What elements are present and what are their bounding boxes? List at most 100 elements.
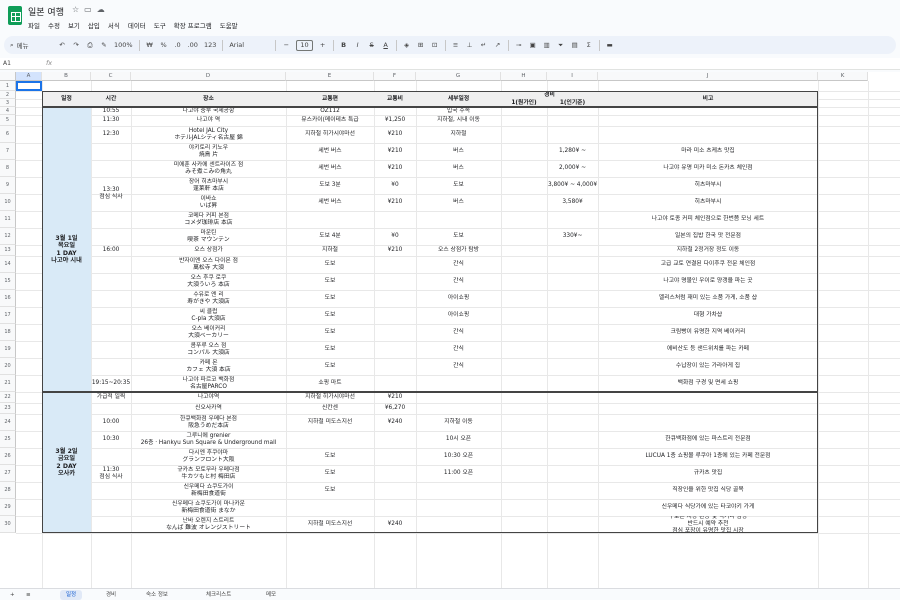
selected-cell-a1[interactable] — [16, 81, 42, 91]
horizontal-align-icon[interactable]: ≡ — [452, 41, 460, 49]
menu-search[interactable]: ⌕ 메뉴 — [10, 40, 52, 51]
menu-edit[interactable]: 수정 — [48, 20, 60, 30]
row-header[interactable]: 10 — [0, 194, 16, 211]
menu-tools[interactable]: 도구 — [154, 20, 166, 30]
day1-border — [42, 107, 818, 392]
row-header[interactable]: 17 — [0, 307, 16, 324]
column-header-k[interactable]: K — [818, 72, 868, 81]
italic-button[interactable]: I — [354, 41, 362, 49]
row-header[interactable]: 1 — [0, 81, 16, 91]
row-header[interactable]: 25 — [0, 431, 16, 448]
row-header[interactable]: 15 — [0, 273, 16, 290]
row-header[interactable]: 7 — [0, 143, 16, 160]
column-header-h[interactable]: H — [501, 72, 547, 81]
percent-button[interactable]: % — [160, 41, 168, 49]
row-header[interactable]: 22 — [0, 392, 16, 403]
row-header[interactable]: 11 — [0, 211, 16, 228]
row-header[interactable]: 18 — [0, 324, 16, 341]
row-header[interactable]: 8 — [0, 160, 16, 177]
column-header-g[interactable]: G — [416, 72, 501, 81]
all-sheets-icon[interactable]: ≡ — [20, 590, 37, 600]
menu-data[interactable]: 데이터 — [128, 20, 146, 30]
column-header-a[interactable]: A — [16, 72, 42, 81]
insert-chart-icon[interactable]: ▥ — [543, 41, 551, 49]
row-header[interactable]: 29 — [0, 499, 16, 516]
menu-insert[interactable]: 삽입 — [88, 20, 100, 30]
row-header[interactable]: 9 — [0, 177, 16, 194]
menu-help[interactable]: 도움말 — [220, 20, 238, 30]
row-header[interactable]: 2 — [0, 91, 16, 99]
menu-file[interactable]: 파일 — [28, 20, 40, 30]
row-header[interactable]: 16 — [0, 290, 16, 307]
currency-button[interactable]: ₩ — [146, 41, 154, 49]
sheet-tab-checklist[interactable]: 체크리스트 — [200, 590, 237, 600]
sheets-logo-icon[interactable] — [8, 6, 22, 25]
row-header[interactable]: 13 — [0, 245, 16, 256]
font-size-decrease-button[interactable]: − — [282, 41, 290, 49]
vertical-align-icon[interactable]: ⊥ — [466, 41, 474, 49]
document-title[interactable]: 일본 여행 — [28, 5, 64, 18]
merge-cells-icon[interactable]: ⊡ — [431, 41, 439, 49]
print-icon[interactable]: ⎙ — [86, 41, 94, 50]
row-header[interactable]: 27 — [0, 465, 16, 482]
strikethrough-button[interactable]: S — [368, 41, 376, 49]
text-rotation-icon[interactable]: ↗ — [494, 41, 502, 49]
column-header-j[interactable]: J — [598, 72, 818, 81]
add-sheet-icon[interactable]: + — [4, 590, 21, 600]
row-header[interactable]: 19 — [0, 341, 16, 358]
font-select[interactable]: Arial — [229, 41, 269, 49]
bold-button[interactable]: B — [340, 41, 348, 49]
insert-comment-icon[interactable]: ▣ — [529, 41, 537, 49]
name-box[interactable]: A1 — [3, 60, 11, 67]
decrease-decimal-button[interactable]: .0 — [174, 41, 182, 49]
row-header[interactable]: 6 — [0, 126, 16, 143]
star-icon[interactable]: ☆ — [72, 5, 79, 14]
functions-icon[interactable]: Σ — [585, 41, 593, 49]
row-header[interactable]: 28 — [0, 482, 16, 499]
row-header[interactable]: 30 — [0, 516, 16, 533]
row-header[interactable]: 23 — [0, 403, 16, 414]
redo-icon[interactable]: ↷ — [72, 41, 80, 49]
insert-link-icon[interactable]: ⊸ — [515, 41, 523, 49]
row-header[interactable]: 12 — [0, 228, 16, 245]
column-header-i[interactable]: I — [547, 72, 598, 81]
number-format-button[interactable]: 123 — [204, 41, 216, 49]
column-header-d[interactable]: D — [131, 72, 286, 81]
cloud-icon[interactable]: ☁ — [97, 5, 105, 14]
sheet-tab-itinerary[interactable]: 일정 — [60, 590, 83, 600]
filter-views-icon[interactable]: ▤ — [571, 41, 579, 49]
sheet-tab-expenses[interactable]: 경비 — [100, 590, 122, 600]
font-size-increase-button[interactable]: + — [319, 41, 327, 49]
column-header-b[interactable]: B — [42, 72, 91, 81]
increase-decimal-button[interactable]: .00 — [188, 41, 198, 49]
borders-icon[interactable]: ⊞ — [417, 41, 425, 49]
text-color-button[interactable]: A — [382, 41, 390, 49]
row-header[interactable]: 21 — [0, 375, 16, 392]
row-header[interactable]: 24 — [0, 414, 16, 431]
menu-extensions[interactable]: 확장 프로그램 — [174, 20, 212, 30]
select-all-corner[interactable] — [0, 72, 16, 81]
row-header[interactable]: 26 — [0, 448, 16, 465]
menu-view[interactable]: 보기 — [68, 20, 80, 30]
sheet-grid[interactable]: A B C D E F G H I J K 1 2 3 4 5 6 7 8 9 10 11 12 13 14 15 16 17 18 19… — [0, 72, 900, 588]
row-header[interactable]: 5 — [0, 115, 16, 126]
sheet-tab-lodging[interactable]: 숙소 정보 — [140, 590, 174, 600]
column-header-e[interactable]: E — [286, 72, 374, 81]
filter-icon[interactable]: ⏷ — [557, 41, 565, 50]
sheet-tab-memo[interactable]: 메모 — [260, 590, 282, 600]
font-size-input[interactable]: 10 — [296, 39, 313, 51]
folder-icon[interactable]: ▭ — [84, 5, 92, 14]
row-header[interactable]: 4 — [0, 107, 16, 115]
zoom-select[interactable]: 100% — [114, 41, 133, 49]
fill-color-icon[interactable]: ◈ — [403, 41, 411, 49]
row-header[interactable]: 14 — [0, 256, 16, 273]
text-wrap-icon[interactable]: ↵ — [480, 41, 488, 49]
column-header-c[interactable]: C — [91, 72, 131, 81]
undo-icon[interactable]: ↶ — [58, 41, 66, 49]
row-header[interactable]: 3 — [0, 99, 16, 107]
input-tools-icon[interactable]: ▬ — [606, 41, 614, 49]
column-header-f[interactable]: F — [374, 72, 416, 81]
row-header[interactable]: 20 — [0, 358, 16, 375]
paint-format-icon[interactable]: ✎ — [100, 41, 108, 49]
menu-format[interactable]: 서식 — [108, 20, 120, 30]
